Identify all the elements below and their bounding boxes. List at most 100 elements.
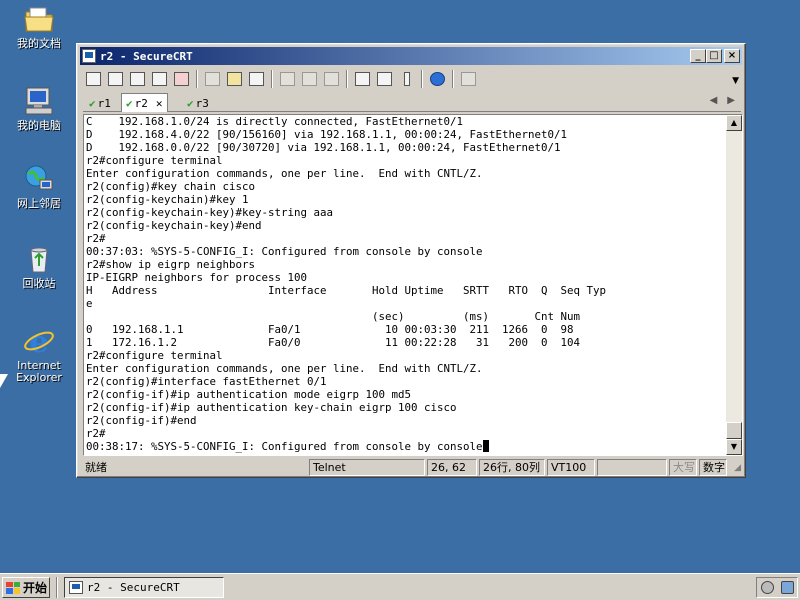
tab-navigation: ◀ ▶ bbox=[710, 95, 735, 106]
terminal-line: H Address Interface Hold Uptime SRTT RTO… bbox=[86, 284, 726, 297]
terminal-line: D 192.168.0.0/22 [90/30720] via 192.168.… bbox=[86, 141, 726, 154]
vertical-scrollbar[interactable]: ▲ ▼ bbox=[726, 115, 742, 455]
toolbar-separator bbox=[421, 70, 423, 88]
system-tray bbox=[756, 577, 798, 598]
start-label: 开始 bbox=[23, 581, 48, 595]
status-caps-lock: 大写 bbox=[669, 459, 697, 476]
desktop-icon-recycle-bin[interactable]: 回收站 bbox=[4, 242, 74, 290]
tab-scroll-right-icon[interactable]: ▶ bbox=[727, 95, 735, 106]
desktop-icon-internet-explorer[interactable]: e Internet Explorer bbox=[4, 324, 74, 384]
terminal-line: r2(config-if)#end bbox=[86, 414, 726, 427]
terminal-line: Enter configuration commands, one per li… bbox=[86, 167, 726, 180]
svg-text:e: e bbox=[29, 325, 48, 358]
copy-icon[interactable] bbox=[202, 69, 223, 89]
tab-r1[interactable]: ✔ r1 bbox=[85, 95, 115, 112]
terminal-line: r2# bbox=[86, 427, 726, 440]
scrollbar-thumb[interactable] bbox=[726, 422, 742, 439]
terminal-line-text: 00:37:03: %SYS-5-CONFIG_I: Configured fr… bbox=[86, 245, 483, 258]
tab-label: r3 bbox=[195, 97, 209, 110]
status-cursor-position: 26, 62 bbox=[427, 459, 477, 476]
terminal-line-text: r2(config-keychain)#key 1 bbox=[86, 193, 249, 206]
status-emulation: VT100 bbox=[547, 459, 595, 476]
desktop-icon-label: 网上邻居 bbox=[17, 197, 61, 210]
scroll-down-arrow-icon[interactable]: ▼ bbox=[726, 439, 742, 455]
toolbar-separator bbox=[196, 70, 198, 88]
terminal-line: r2#show ip eigrp neighbors bbox=[86, 258, 726, 271]
terminal-line-text: (sec) (ms) Cnt Num bbox=[86, 310, 581, 323]
securecrt-app-icon bbox=[69, 581, 83, 594]
print-icon[interactable] bbox=[277, 69, 298, 89]
tab-r3[interactable]: ✔ r3 bbox=[183, 95, 213, 112]
resize-grip-icon[interactable]: ◢ bbox=[734, 463, 741, 473]
scroll-up-arrow-icon[interactable]: ▲ bbox=[726, 115, 742, 131]
tray-network-icon[interactable] bbox=[780, 581, 794, 594]
tab-close-icon[interactable]: ✕ bbox=[156, 97, 163, 110]
terminal-line: D 192.168.4.0/22 [90/156160] via 192.168… bbox=[86, 128, 726, 141]
terminal-line: IP-EIGRP neighbors for process 100 bbox=[86, 271, 726, 284]
desktop-icon-my-computer[interactable]: 我的电脑 bbox=[4, 84, 74, 132]
status-bar: 就绪 Telnet 26, 62 26行, 80列 VT100 大写 数字 ◢ bbox=[81, 459, 741, 476]
terminal-line: r2(config-keychain)#key 1 bbox=[86, 193, 726, 206]
quick-connect-icon[interactable] bbox=[105, 69, 126, 89]
toolbar-overflow-icon[interactable]: ▼ bbox=[732, 76, 739, 86]
maximize-button[interactable]: □ bbox=[706, 49, 722, 63]
terminal-line: 00:38:17: %SYS-5-CONFIG_I: Configured fr… bbox=[86, 440, 726, 453]
session-options-icon[interactable] bbox=[352, 69, 373, 89]
taskbar-divider bbox=[56, 577, 58, 598]
terminal-line: r2# bbox=[86, 232, 726, 245]
terminal-output[interactable]: C 192.168.1.0/24 is directly connected, … bbox=[86, 115, 726, 455]
taskbar-item-label: r2 - SecureCRT bbox=[87, 581, 180, 594]
window-title: r2 - SecureCRT bbox=[100, 49, 193, 63]
terminal-line-text: r2#configure terminal bbox=[86, 154, 223, 167]
keymap-icon[interactable] bbox=[458, 69, 479, 89]
disconnect-icon[interactable] bbox=[171, 69, 192, 89]
help-icon[interactable] bbox=[427, 69, 448, 89]
terminal-line-text: r2#show ip eigrp neighbors bbox=[86, 258, 256, 271]
print-selection-icon[interactable] bbox=[299, 69, 320, 89]
terminal-line: (sec) (ms) Cnt Num bbox=[86, 310, 726, 323]
terminal-line-text: r2(config)#interface fastEthernet 0/1 bbox=[86, 375, 327, 388]
minimize-button[interactable]: _ bbox=[690, 49, 706, 63]
terminal-line: e bbox=[86, 297, 726, 310]
terminal-line-text: C 192.168.1.0/24 is directly connected, … bbox=[86, 115, 464, 128]
terminal-line: r2(config-keychain-key)#key-string aaa bbox=[86, 206, 726, 219]
terminal-line: Enter configuration commands, one per li… bbox=[86, 362, 726, 375]
tab-scroll-left-icon[interactable]: ◀ bbox=[710, 95, 718, 106]
desktop-icon-network-places[interactable]: 网上邻居 bbox=[4, 162, 74, 210]
terminal-line: r2#configure terminal bbox=[86, 154, 726, 167]
find-icon[interactable] bbox=[246, 69, 267, 89]
terminal-line: 1 172.16.1.2 Fa0/0 11 00:22:28 31 200 0 … bbox=[86, 336, 726, 349]
terminal-line-text: Enter configuration commands, one per li… bbox=[86, 167, 483, 180]
title-bar[interactable]: r2 - SecureCRT _ □ × bbox=[80, 47, 742, 65]
computer-icon bbox=[25, 87, 53, 115]
desktop-icon-label: Internet Explorer bbox=[16, 359, 62, 384]
toolbar-separator bbox=[452, 70, 454, 88]
desktop-icon-my-documents[interactable]: 我的文档 bbox=[4, 2, 74, 50]
connect-icon[interactable] bbox=[83, 69, 104, 89]
connect-in-tab-icon[interactable] bbox=[127, 69, 148, 89]
terminal-line: r2(config-if)#ip authentication key-chai… bbox=[86, 401, 726, 414]
terminal-line-text: r2(config-keychain-key)#key-string aaa bbox=[86, 206, 334, 219]
global-options-icon[interactable] bbox=[374, 69, 395, 89]
terminal-line-text: r2# bbox=[86, 232, 106, 245]
start-button[interactable]: 开始 bbox=[2, 577, 50, 598]
desktop-icon-label: 回收站 bbox=[22, 277, 56, 290]
key-icon[interactable] bbox=[396, 69, 417, 89]
tab-r2[interactable]: ✔ r2 ✕ bbox=[121, 93, 168, 112]
terminal-frame: C 192.168.1.0/24 is directly connected, … bbox=[83, 114, 743, 456]
tray-settings-icon[interactable] bbox=[760, 581, 774, 594]
reconnect-icon[interactable] bbox=[149, 69, 170, 89]
connected-check-icon: ✔ bbox=[187, 97, 194, 110]
recycle-bin-icon bbox=[30, 247, 48, 273]
paste-icon[interactable] bbox=[224, 69, 245, 89]
toolbar: ▼ bbox=[83, 68, 741, 90]
terminal-line: C 192.168.1.0/24 is directly connected, … bbox=[86, 115, 726, 128]
status-protocol: Telnet bbox=[309, 459, 425, 476]
printer-icon[interactable] bbox=[321, 69, 342, 89]
connected-check-icon: ✔ bbox=[126, 96, 133, 110]
terminal-line-text: D 192.168.0.0/22 [90/30720] via 192.168.… bbox=[86, 141, 561, 154]
taskbar-item-securecrt[interactable]: r2 - SecureCRT bbox=[64, 577, 224, 598]
close-button[interactable]: × bbox=[724, 49, 740, 63]
session-tabs: ✔ r1 ✔ r2 ✕ ✔ r3 ◀ ▶ bbox=[83, 93, 741, 112]
terminal-line: 00:37:03: %SYS-5-CONFIG_I: Configured fr… bbox=[86, 245, 726, 258]
